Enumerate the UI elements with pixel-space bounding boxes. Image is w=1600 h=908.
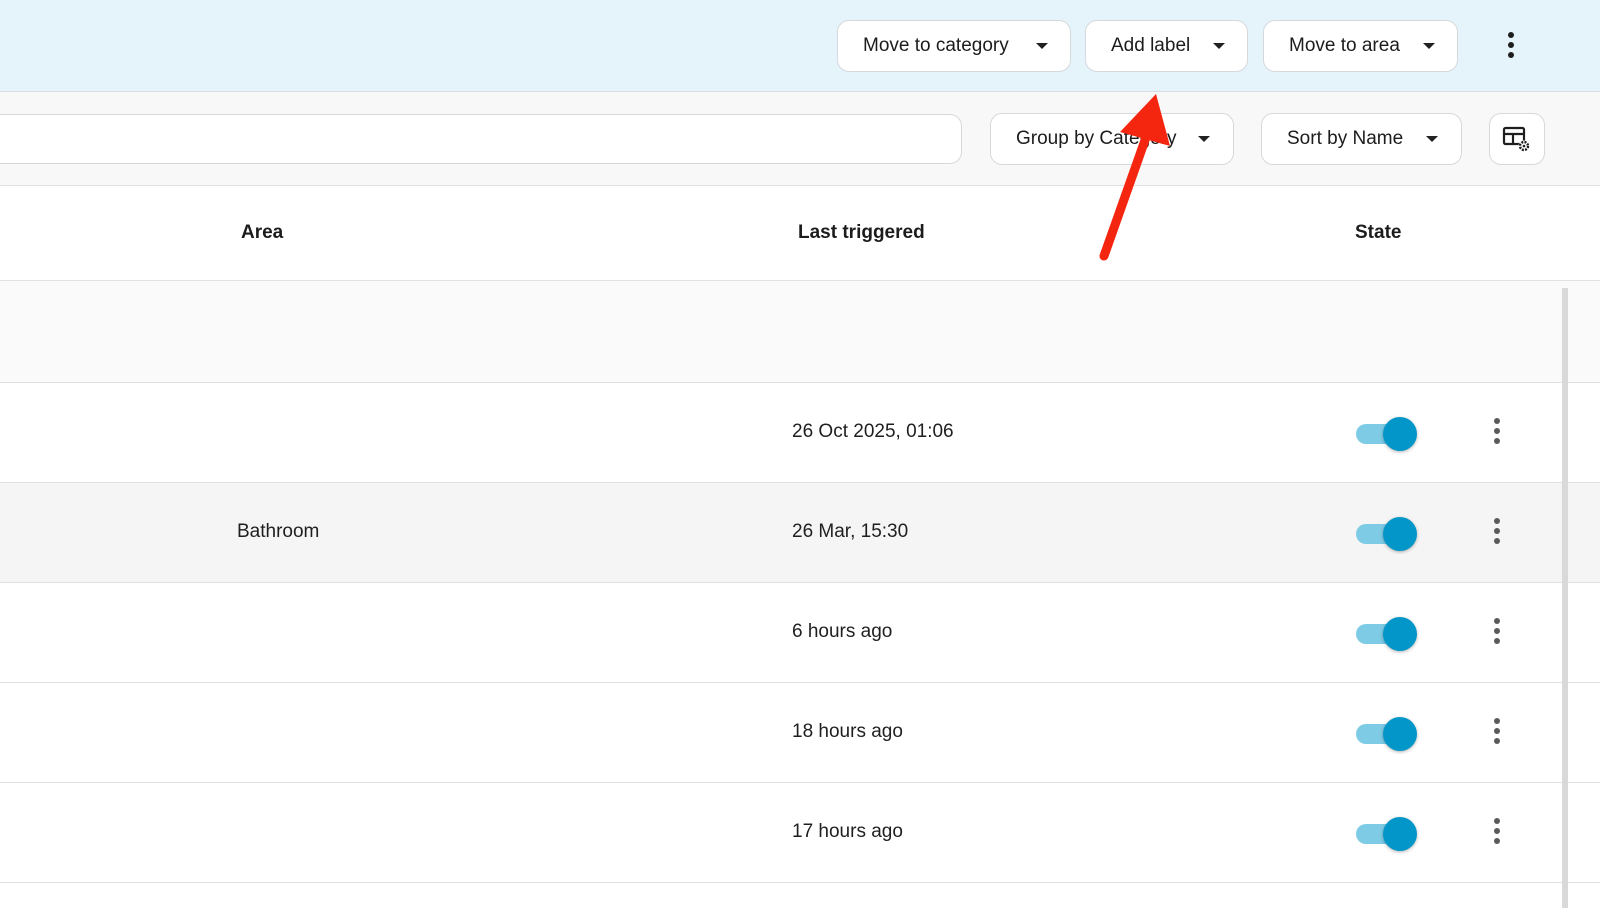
state-toggle[interactable] [1356,516,1418,551]
row-more-button[interactable] [1484,513,1510,553]
caret-down-icon [1423,43,1435,49]
last-triggered-cell: 18 hours ago [792,721,903,742]
move-to-area-button[interactable]: Move to area [1263,20,1458,72]
column-header-state[interactable]: State [1355,222,1401,244]
more-vertical-icon [1494,618,1500,648]
search-input[interactable] [0,115,961,163]
state-toggle[interactable] [1356,716,1418,751]
table-settings-icon [1502,126,1530,152]
row-more-button[interactable] [1484,713,1510,753]
group-header-row[interactable] [0,281,1600,383]
table-row[interactable]: 6 hours ago [0,583,1600,683]
row-more-button[interactable] [1484,813,1510,853]
search-field[interactable] [0,114,962,164]
sort-by-button[interactable]: Sort by Name [1261,113,1462,165]
caret-down-icon [1213,43,1225,49]
caret-down-icon [1426,136,1438,142]
table-settings-button[interactable] [1489,113,1545,165]
last-triggered-cell: 17 hours ago [792,821,903,842]
vertical-scrollbar[interactable] [1562,288,1568,908]
group-by-label: Group by Category [1016,128,1177,149]
caret-down-icon [1198,136,1210,142]
caret-down-icon [1036,43,1048,49]
table-row[interactable]: 18 hours ago [0,683,1600,783]
move-to-category-button[interactable]: Move to category [837,20,1071,72]
more-vertical-icon [1494,418,1500,448]
last-triggered-cell: 26 Oct 2025, 01:06 [792,421,954,442]
selection-toolbar: Move to category Add label Move to area [0,0,1600,92]
more-vertical-icon [1494,818,1500,848]
move-to-area-label: Move to area [1289,35,1400,56]
group-by-button[interactable]: Group by Category [990,113,1234,165]
more-vertical-icon [1494,518,1500,548]
column-header-last-triggered[interactable]: Last triggered [798,222,925,244]
row-more-button[interactable] [1484,413,1510,453]
table-row[interactable]: Bathroom 26 Mar, 15:30 [0,483,1600,583]
state-toggle[interactable] [1356,416,1418,451]
sort-by-label: Sort by Name [1287,128,1404,149]
move-to-category-label: Move to category [863,35,1009,56]
table-header: Area Last triggered State [0,186,1600,281]
column-header-area[interactable]: Area [241,222,283,244]
add-label-label: Add label [1111,35,1191,56]
toolbar-more-vertical-icon[interactable] [1508,32,1514,62]
more-vertical-icon [1494,718,1500,748]
table-row[interactable]: 17 hours ago [0,783,1600,883]
state-toggle[interactable] [1356,616,1418,651]
row-more-button[interactable] [1484,613,1510,653]
last-triggered-cell: 26 Mar, 15:30 [792,521,909,542]
area-cell: Bathroom [237,521,320,542]
last-triggered-cell: 6 hours ago [792,621,893,642]
add-label-button[interactable]: Add label [1085,20,1248,72]
table-row[interactable]: 26 Oct 2025, 01:06 [0,383,1600,483]
state-toggle[interactable] [1356,816,1418,851]
filter-bar: Group by Category Sort by Name [0,92,1600,186]
